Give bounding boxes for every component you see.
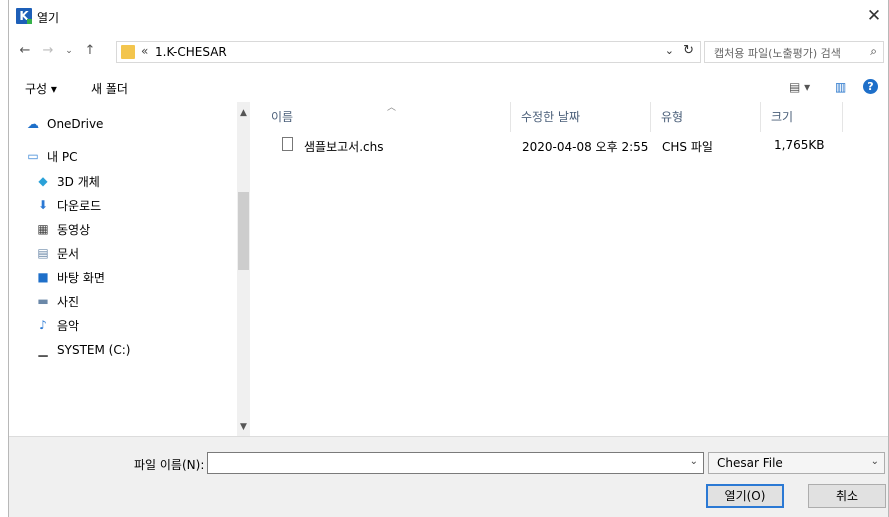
nav-item-label: OneDrive (47, 117, 104, 131)
refresh-icon[interactable]: ↻ (683, 43, 694, 58)
filename-dropdown-icon[interactable]: ⌄ (690, 456, 698, 467)
nav-item-system-drive[interactable]: ▁ SYSTEM (C:) (35, 340, 130, 360)
folder-icon (121, 45, 135, 59)
search-box[interactable]: 캡처용 파일(노출평가) 검색 ⌕ (704, 41, 884, 63)
file-size: 1,765KB (774, 138, 825, 152)
close-button[interactable]: ✕ (864, 6, 884, 26)
music-note-icon: ♪ (39, 318, 47, 332)
nav-item-label: SYSTEM (C:) (57, 343, 131, 357)
scroll-down-icon[interactable]: ▼ (237, 420, 250, 434)
cancel-button[interactable]: 취소 (808, 484, 886, 508)
nav-item-pictures[interactable]: ▬ 사진 (35, 291, 79, 311)
column-header-type[interactable]: 유형 (661, 108, 683, 125)
film-icon: ▦ (37, 222, 49, 236)
back-arrow-icon[interactable]: ← (17, 42, 33, 60)
filetype-select[interactable]: Chesar File ⌄ (708, 452, 885, 474)
scroll-up-icon[interactable]: ▲ (237, 106, 250, 120)
nav-item-downloads[interactable]: ⬇ 다운로드 (35, 195, 101, 215)
nav-item-label: 음악 (57, 318, 80, 333)
nav-item-onedrive[interactable]: ☁ OneDrive (25, 114, 103, 134)
desktop-icon: ■ (37, 270, 49, 284)
app-icon: K (16, 8, 32, 24)
cube-icon: ◆ (38, 174, 48, 188)
search-placeholder[interactable]: 캡처용 파일(노출평가) 검색 (714, 45, 841, 61)
table-row[interactable]: 샘플보고서.chs 2020-04-08 오후 2:55 CHS 파일 1,76… (270, 134, 850, 156)
help-icon[interactable]: ? (863, 79, 878, 94)
nav-item-label: 문서 (57, 246, 80, 261)
download-arrow-icon: ⬇ (37, 198, 49, 212)
title-bar: K 열기 ✕ (9, 0, 888, 34)
column-header-size[interactable]: 크기 (771, 108, 793, 125)
nav-item-desktop[interactable]: ■ 바탕 화면 (35, 267, 105, 287)
column-divider[interactable] (842, 102, 843, 132)
drive-icon: ▁ (38, 343, 48, 357)
address-overflow-icon[interactable]: « (141, 44, 148, 58)
column-header-name[interactable]: 이름 (271, 108, 293, 125)
navigation-pane-scrollbar[interactable]: ▲ ▼ (237, 102, 250, 436)
navigation-row: ← → ⌄ ↑ « 1.K-CHESAR ⌄ ↻ 캡처용 파일(노출평가) 검색… (9, 37, 888, 67)
nav-item-documents[interactable]: ▤ 문서 (35, 243, 79, 263)
search-icon[interactable]: ⌕ (870, 44, 877, 59)
column-divider[interactable] (650, 102, 651, 132)
computer-icon: ▭ (27, 149, 39, 163)
column-divider[interactable] (510, 102, 511, 132)
nav-item-label: 내 PC (47, 149, 78, 164)
open-file-dialog: K 열기 ✕ ← → ⌄ ↑ « 1.K-CHESAR ⌄ ↻ 캡처용 파일(노… (8, 0, 889, 517)
command-bar: 구성 ▾ 새 폴더 ▤ ▾ ▥ ? (9, 72, 888, 102)
nav-item-3d-objects[interactable]: ◆ 3D 개체 (35, 171, 100, 191)
scrollbar-thumb[interactable] (238, 192, 249, 270)
window-title: 열기 (37, 11, 60, 25)
nav-item-music[interactable]: ♪ 음악 (35, 315, 79, 335)
view-options-icon[interactable]: ▤ ▾ (789, 80, 810, 94)
document-icon: ▤ (37, 246, 49, 260)
file-list: ︿ 이름 수정한 날짜 유형 크기 샘플보고서.chs 2020-04-08 오… (250, 102, 889, 436)
filename-input[interactable]: ⌄ (207, 452, 704, 474)
recent-locations-chevron-icon[interactable]: ⌄ (61, 42, 77, 60)
column-header-modified[interactable]: 수정한 날짜 (521, 108, 580, 125)
address-path[interactable]: 1.K-CHESAR (155, 45, 227, 59)
new-folder-button[interactable]: 새 폴더 (91, 80, 128, 97)
file-type: CHS 파일 (662, 140, 713, 154)
sort-ascending-icon: ︿ (387, 103, 397, 113)
address-bar[interactable]: « 1.K-CHESAR ⌄ ↻ (116, 41, 701, 63)
address-dropdown-icon[interactable]: ⌄ (665, 44, 674, 57)
nav-item-label: 동영상 (57, 222, 91, 237)
forward-arrow-icon[interactable]: → (40, 42, 56, 60)
filetype-dropdown-icon[interactable]: ⌄ (871, 456, 879, 467)
nav-item-label: 3D 개체 (57, 174, 100, 189)
file-name[interactable]: 샘플보고서.chs (304, 138, 383, 155)
nav-item-this-pc[interactable]: ▭ 내 PC (25, 146, 77, 166)
file-modified: 2020-04-08 오후 2:55 (522, 140, 649, 154)
up-arrow-icon[interactable]: ↑ (82, 42, 98, 60)
filetype-value[interactable]: Chesar File (717, 456, 783, 470)
open-button[interactable]: 열기(O) (706, 484, 784, 508)
nav-item-videos[interactable]: ▦ 동영상 (35, 219, 90, 239)
nav-item-label: 바탕 화면 (57, 270, 105, 285)
preview-pane-icon[interactable]: ▥ (835, 80, 846, 94)
cloud-icon: ☁ (27, 117, 39, 131)
organize-menu-button[interactable]: 구성 ▾ (25, 80, 57, 97)
navigation-pane: ☁ OneDrive ▭ 내 PC ◆ 3D 개체 ⬇ 다운로드 ▦ 동영상 ▤… (9, 102, 237, 436)
nav-item-label: 사진 (57, 294, 80, 309)
column-divider[interactable] (760, 102, 761, 132)
picture-icon: ▬ (37, 294, 49, 308)
filename-label: 파일 이름(N): (134, 458, 205, 472)
nav-item-label: 다운로드 (57, 198, 102, 213)
dialog-footer: 파일 이름(N): ⌄ Chesar File ⌄ 열기(O) 취소 (9, 436, 888, 517)
file-icon (282, 137, 293, 151)
